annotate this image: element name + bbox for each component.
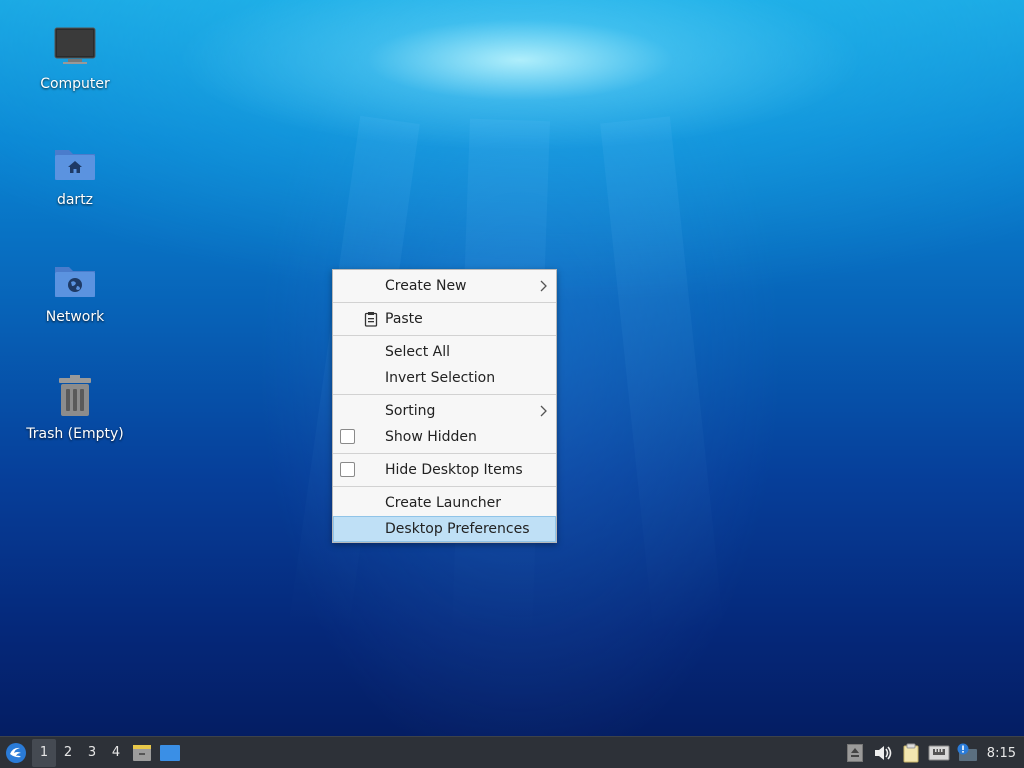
menu-item-sorting[interactable]: Sorting (333, 398, 556, 424)
menu-item-label: Desktop Preferences (385, 521, 530, 537)
eject-icon (846, 744, 863, 762)
menu-item-show-hidden[interactable]: Show Hidden (333, 424, 556, 450)
eject-button[interactable] (841, 739, 869, 767)
file-cabinet-icon (133, 744, 151, 761)
show-hidden-checkbox[interactable] (340, 429, 355, 444)
workspace-3-button[interactable]: 3 (80, 739, 104, 767)
menu-item-create-new[interactable]: Create New (333, 273, 556, 299)
ethernet-icon (928, 745, 950, 761)
menu-item-hide-desktop-items[interactable]: Hide Desktop Items (333, 457, 556, 483)
start-menu-button[interactable] (0, 737, 32, 768)
volume-button[interactable] (869, 739, 897, 767)
menu-item-label: Create New (385, 278, 467, 294)
menu-item-label: Select All (385, 344, 450, 360)
menu-item-create-launcher[interactable]: Create Launcher (333, 490, 556, 516)
desktop-icon-label: Trash (Empty) (26, 426, 124, 442)
menu-separator (333, 335, 556, 336)
computer-icon (51, 22, 99, 70)
desktop-icon-label: Computer (40, 76, 110, 92)
network-status-button[interactable] (925, 739, 953, 767)
system-tray: 8:15 (841, 737, 1024, 768)
chevron-right-icon (539, 280, 547, 296)
clipboard-tray-icon (903, 743, 919, 763)
desktop-icon (160, 744, 180, 761)
workspace-2-button[interactable]: 2 (56, 739, 80, 767)
home-folder-icon (51, 138, 99, 186)
update-notifier-button[interactable] (953, 739, 981, 767)
menu-item-select-all[interactable]: Select All (333, 339, 556, 365)
desktop-icon-home-folder[interactable]: dartz (20, 138, 130, 208)
menu-item-desktop-preferences[interactable]: Desktop Preferences (333, 516, 556, 542)
update-alert-icon (957, 743, 977, 761)
workspace-1-button[interactable]: 1 (32, 738, 56, 767)
menu-separator (333, 302, 556, 303)
desktop-icon-label: dartz (56, 192, 94, 208)
menu-item-label: Create Launcher (385, 495, 502, 511)
desktop-icon-trash[interactable]: Trash (Empty) (20, 372, 130, 442)
desktop-icon-network[interactable]: Network (20, 255, 130, 325)
menu-item-label: Show Hidden (385, 429, 477, 445)
desktop-context-menu: Create New Paste Select All Invert Selec… (332, 269, 557, 543)
menu-item-paste[interactable]: Paste (333, 306, 556, 332)
menu-separator (333, 394, 556, 395)
menu-item-label: Invert Selection (385, 370, 496, 386)
workspace-4-button[interactable]: 4 (104, 739, 128, 767)
chevron-right-icon (539, 405, 547, 421)
clipboard-icon (363, 311, 379, 327)
clipboard-manager-button[interactable] (897, 739, 925, 767)
network-folder-icon (51, 255, 99, 303)
hide-desktop-items-checkbox[interactable] (340, 462, 355, 477)
menu-item-label: Paste (385, 311, 423, 327)
file-manager-launcher[interactable] (128, 739, 156, 767)
clock[interactable]: 8:15 (981, 746, 1024, 761)
desktop-icon-computer[interactable]: Computer (20, 22, 130, 92)
trash-icon (51, 372, 99, 420)
taskbar: 1 2 3 4 8:15 (0, 736, 1024, 768)
desktop-icon-label: Network (45, 309, 105, 325)
show-desktop-button[interactable] (156, 739, 184, 767)
lubuntu-logo-icon (6, 742, 26, 763)
menu-separator (333, 453, 556, 454)
menu-separator (333, 486, 556, 487)
menu-item-label: Sorting (385, 403, 436, 419)
menu-item-invert-selection[interactable]: Invert Selection (333, 365, 556, 391)
light-ray (600, 116, 725, 641)
menu-item-label: Hide Desktop Items (385, 462, 523, 478)
speaker-icon (874, 746, 892, 760)
